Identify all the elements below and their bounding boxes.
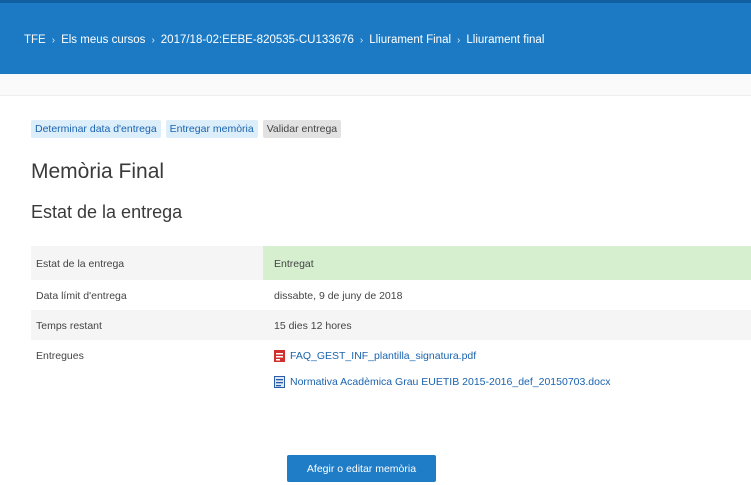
breadcrumb-item-current[interactable]: Lliurament final [466,34,544,46]
secondary-bar [0,74,751,96]
add-or-edit-report-button[interactable]: Afegir o editar memòria [287,455,436,482]
status-label: Estat de la entrega [31,246,263,280]
breadcrumb-item-course[interactable]: 2017/18-02:EEBE-820535-CU133676 [161,34,354,46]
due-date-label: Data límit d'entrega [31,280,263,310]
table-row-time-remaining: Temps restant 15 dies 12 hores [31,310,751,340]
file-name: Normativa Acadèmica Grau EUETIB 2015-201… [290,376,611,388]
time-remaining-value: 15 dies 12 hores [263,310,751,340]
pdf-icon [274,350,285,362]
section-title: Estat de la entrega [31,202,183,222]
due-date-value: dissabte, 9 de juny de 2018 [263,280,751,310]
breadcrumb: TFE › Els meus cursos › 2017/18-02:EEBE-… [24,34,544,46]
breadcrumb-item-tfe[interactable]: TFE [24,34,46,46]
file-name: FAQ_GEST_INF_plantilla_signatura.pdf [290,350,477,362]
docx-icon [274,376,285,388]
page-title: Memòria Final [31,160,165,183]
step-validate-submission[interactable]: Validar entrega [262,120,342,138]
step-submit-report[interactable]: Entregar memòria [165,120,258,138]
breadcrumb-item-section[interactable]: Lliurament Final [369,34,451,46]
breadcrumb-item-my-courses[interactable]: Els meus cursos [61,34,145,46]
status-value: Entregat [263,246,751,280]
file-link-docx[interactable]: Normativa Acadèmica Grau EUETIB 2015-201… [274,376,751,388]
breadcrumb-separator-icon: › [51,34,56,46]
breadcrumb-separator-icon: › [457,34,461,46]
file-link-pdf[interactable]: FAQ_GEST_INF_plantilla_signatura.pdf [274,350,751,362]
submissions-value: FAQ_GEST_INF_plantilla_signatura.pdf Nor… [263,340,751,426]
breadcrumb-separator-icon: › [359,34,364,46]
header-bar: TFE › Els meus cursos › 2017/18-02:EEBE-… [0,0,751,74]
table-row-status: Estat de la entrega Entregat [31,246,751,280]
table-row-due-date: Data límit d'entrega dissabte, 9 de juny… [31,280,751,310]
submission-status-table: Estat de la entrega Entregat Data límit … [31,246,751,426]
breadcrumb-separator-icon: › [151,34,155,46]
time-remaining-label: Temps restant [31,310,263,340]
table-row-submissions: Entregues FAQ_GEST_INF_plantilla_signatu… [31,340,751,426]
submissions-label: Entregues [31,340,263,426]
step-set-due-date[interactable]: Determinar data d'entrega [31,120,161,138]
step-navigation: Determinar data d'entrega Entregar memòr… [31,120,342,138]
